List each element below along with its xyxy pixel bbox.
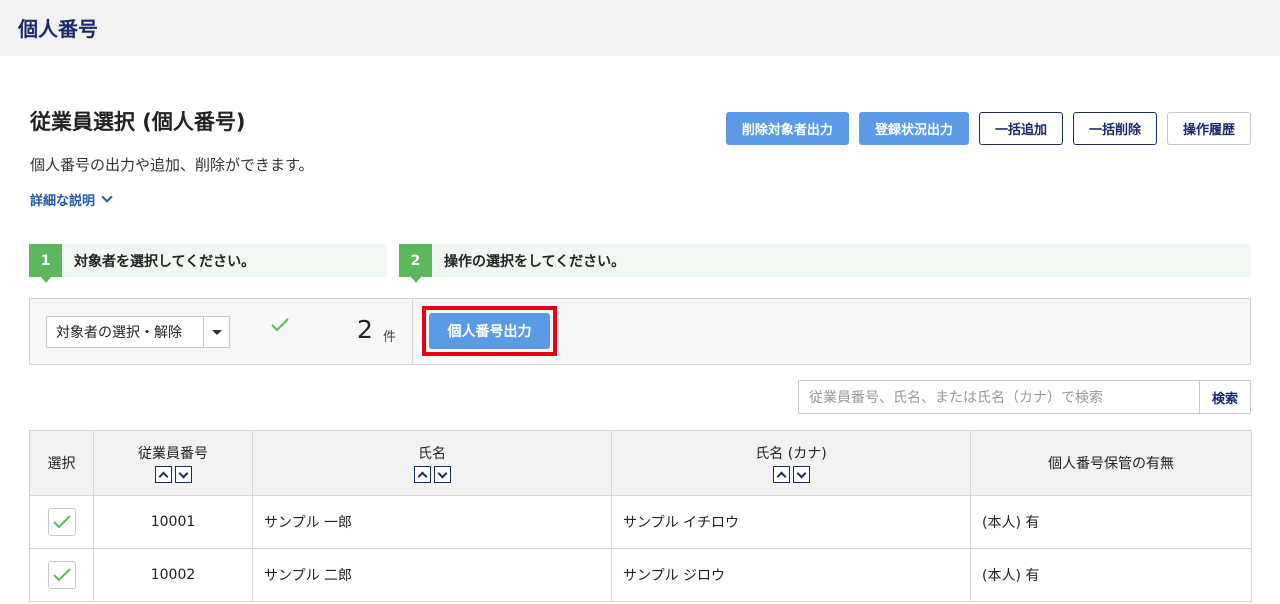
chevron-up-icon bbox=[776, 471, 786, 481]
sort-controls bbox=[94, 466, 252, 483]
caret-down-icon bbox=[211, 329, 222, 335]
bulk-delete-button[interactable]: 一括削除 bbox=[1072, 112, 1157, 145]
table-row: 10001 サンプル 一郎 サンプル イチロウ (本人) 有 bbox=[29, 495, 1252, 549]
column-label: 氏名 (カナ) bbox=[755, 446, 827, 462]
dropdown-toggle[interactable] bbox=[203, 317, 229, 347]
chevron-down-icon bbox=[437, 468, 447, 478]
sort-asc-button[interactable] bbox=[772, 466, 790, 483]
step-1-banner: 1 対象者を選択してください。 bbox=[29, 244, 387, 283]
table-row: 10002 サンプル 二郎 サンプル ジロウ (本人) 有 bbox=[29, 548, 1252, 602]
count-unit: 件 bbox=[383, 330, 397, 345]
column-label: 氏名 bbox=[418, 446, 446, 462]
select-cell bbox=[29, 495, 94, 549]
name-cell: サンプル 二郎 bbox=[252, 548, 612, 602]
page-title: 従業員選択 (個人番号) bbox=[30, 110, 246, 134]
name-kana-cell: サンプル イチロウ bbox=[611, 495, 971, 549]
registration-status-export-button[interactable]: 登録状況出力 bbox=[858, 112, 969, 145]
step-2-banner: 2 操作の選択をしてください。 bbox=[399, 244, 1251, 283]
search-bar: 従業員番号、氏名、または氏名（カナ）で検索 検索 bbox=[798, 380, 1251, 414]
detail-toggle-link[interactable]: 詳細な説明 bbox=[30, 190, 113, 209]
target-select-dropdown[interactable]: 対象者の選択・解除 bbox=[46, 316, 230, 348]
chevron-down-icon bbox=[178, 468, 188, 478]
name-kana-cell: サンプル ジロウ bbox=[611, 548, 971, 602]
row-checkbox[interactable] bbox=[47, 561, 76, 589]
app-header: 個人番号 bbox=[0, 0, 1280, 56]
detail-link-label: 詳細な説明 bbox=[30, 194, 96, 209]
column-header-name-kana: 氏名 (カナ) bbox=[611, 430, 971, 496]
name-cell: サンプル 一郎 bbox=[252, 495, 612, 549]
page-description: 個人番号の出力や追加、削除ができます。 bbox=[30, 156, 314, 174]
column-header-name: 氏名 bbox=[252, 430, 612, 496]
employee-number-cell: 10002 bbox=[93, 548, 253, 602]
sort-desc-button[interactable] bbox=[433, 466, 451, 483]
column-header-employee-number: 従業員番号 bbox=[93, 430, 253, 496]
chevron-down-icon bbox=[796, 468, 806, 478]
search-input[interactable]: 従業員番号、氏名、または氏名（カナ）で検索 bbox=[799, 381, 1199, 413]
action-toolbar: 削除対象者出力 登録状況出力 一括追加 一括削除 操作履歴 bbox=[725, 112, 1251, 145]
number-storage-cell: (本人) 有 bbox=[970, 495, 1252, 549]
column-label: 従業員番号 bbox=[138, 446, 208, 462]
employee-number-cell: 10001 bbox=[93, 495, 253, 549]
table-header-row: 選択 従業員番号 氏名 氏名 (カナ) 個人番号保管の有無 bbox=[29, 430, 1252, 496]
select-cell bbox=[29, 548, 94, 602]
search-button[interactable]: 検索 bbox=[1199, 381, 1250, 413]
panel-divider bbox=[412, 299, 413, 364]
chevron-up-icon bbox=[158, 471, 168, 481]
check-icon bbox=[52, 515, 71, 529]
delete-target-export-button[interactable]: 削除対象者出力 bbox=[725, 112, 849, 145]
app-title: 個人番号 bbox=[18, 17, 98, 41]
number-storage-cell: (本人) 有 bbox=[970, 548, 1252, 602]
sort-desc-button[interactable] bbox=[174, 466, 192, 483]
step-text: 対象者を選択してください。 bbox=[74, 253, 256, 270]
check-icon bbox=[271, 318, 289, 332]
sort-asc-button[interactable] bbox=[413, 466, 431, 483]
target-select-label: 対象者の選択・解除 bbox=[56, 325, 182, 341]
personal-number-export-button[interactable]: 個人番号出力 bbox=[429, 313, 550, 349]
column-label: 個人番号保管の有無 bbox=[1048, 456, 1174, 472]
step-text: 操作の選択をしてください。 bbox=[444, 253, 626, 270]
column-header-number-storage: 個人番号保管の有無 bbox=[970, 430, 1252, 496]
step-number: 1 bbox=[29, 244, 62, 283]
operation-history-button[interactable]: 操作履歴 bbox=[1166, 112, 1251, 145]
employee-table: 選択 従業員番号 氏名 氏名 (カナ) 個人番号保管の有無 10001 サンプル… bbox=[29, 430, 1252, 602]
column-header-select: 選択 bbox=[29, 430, 94, 496]
chevron-up-icon bbox=[417, 471, 427, 481]
sort-controls bbox=[253, 466, 611, 483]
chevron-down-icon bbox=[101, 191, 113, 203]
step-number: 2 bbox=[399, 244, 432, 283]
operation-panel: 対象者の選択・解除 2 件 個人番号出力 bbox=[29, 298, 1251, 365]
check-icon bbox=[52, 568, 71, 582]
row-checkbox[interactable] bbox=[47, 508, 76, 536]
selected-count: 2 bbox=[357, 315, 373, 344]
bulk-add-button[interactable]: 一括追加 bbox=[978, 112, 1063, 145]
sort-controls bbox=[612, 466, 970, 483]
sort-asc-button[interactable] bbox=[154, 466, 172, 483]
column-label: 選択 bbox=[47, 456, 76, 472]
sort-desc-button[interactable] bbox=[792, 466, 810, 483]
